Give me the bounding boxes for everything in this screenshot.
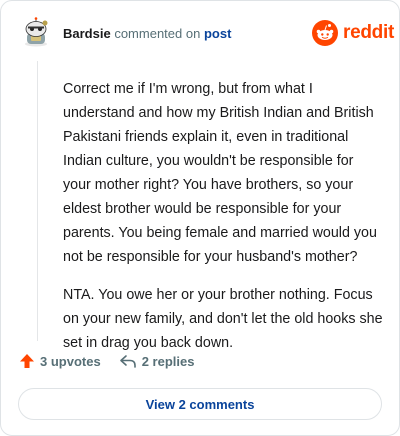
username-link[interactable]: Bardsie <box>63 26 111 41</box>
comment-actions: 3 upvotes 2 replies <box>19 353 194 369</box>
user-avatar[interactable] <box>21 17 51 47</box>
reddit-snoo-icon <box>312 20 338 46</box>
snoo-avatar-icon <box>25 17 48 47</box>
comment-card: Bardsie commented on post reddit Correct… <box>0 0 400 436</box>
upvote-count: 3 upvotes <box>40 353 101 369</box>
comment-paragraph: NTA. You owe her or your brother nothing… <box>63 287 383 351</box>
reddit-wordmark: reddit <box>343 22 394 43</box>
upvote-arrow-icon <box>20 354 34 368</box>
view-comments-button[interactable]: View 2 comments <box>18 388 382 420</box>
comment-body: Correct me if I'm wrong, but from what I… <box>63 77 385 369</box>
reddit-logo[interactable]: reddit <box>312 20 394 46</box>
comment-paragraph: Correct me if I'm wrong, but from what I… <box>63 81 377 265</box>
action-text: commented on <box>114 26 201 41</box>
replies-button[interactable]: 2 replies <box>119 353 195 369</box>
comment-header: Bardsie commented on post <box>63 26 231 41</box>
reply-count: 2 replies <box>141 353 195 369</box>
post-link[interactable]: post <box>204 26 231 41</box>
reply-arrow-icon <box>119 355 136 368</box>
thread-line[interactable] <box>37 61 38 341</box>
upvote-button[interactable]: 3 upvotes <box>19 353 101 369</box>
